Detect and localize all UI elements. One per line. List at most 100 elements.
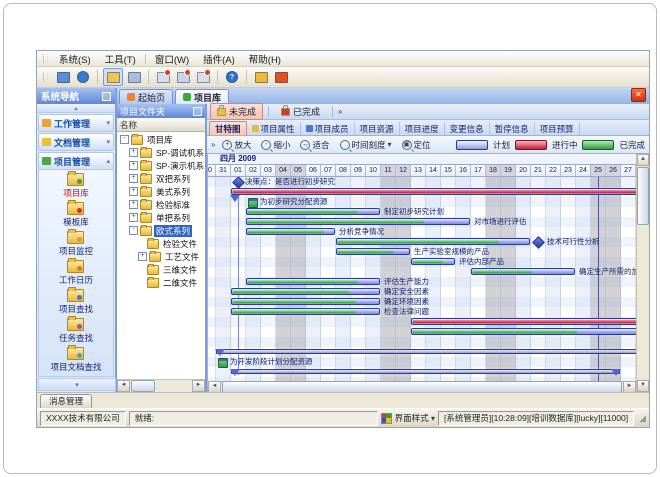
task-bar[interactable]	[246, 208, 380, 215]
sidebar-item-模板库[interactable]: 模板库	[63, 202, 89, 228]
task-bar[interactable]	[231, 188, 636, 195]
menu-h[interactable]: 帮助(H)	[242, 51, 288, 67]
expand-icon[interactable]: +	[129, 174, 138, 183]
tree-node-工艺文件[interactable]: +工艺文件	[117, 250, 205, 263]
collapse-icon[interactable]: -	[129, 226, 138, 235]
open-folder-icon[interactable]	[103, 68, 123, 86]
tab-暂停信息[interactable]: 暂停信息	[490, 122, 535, 135]
message-management-tab[interactable]: 消息管理	[40, 394, 92, 408]
exit-icon[interactable]	[272, 69, 290, 85]
overflow-chevron-icon[interactable]: »	[211, 140, 215, 149]
expand-icon[interactable]: +	[129, 213, 138, 222]
tab-起始页[interactable]: 起始页	[119, 89, 173, 104]
sidebar-item-项目库[interactable]: 项目库	[63, 173, 89, 199]
sidebar-item-项目文档查找[interactable]: 项目文档查找	[50, 347, 101, 373]
sidebar-item-任务查找[interactable]: 任务查找	[59, 318, 93, 344]
zoom-out-button[interactable]: -缩小	[258, 138, 293, 152]
expand-icon[interactable]: +	[129, 161, 138, 170]
gantt-hscrollbar[interactable]: ◄ ►	[208, 381, 636, 392]
sidebar-item-工作日历[interactable]: 工作日历	[59, 260, 93, 286]
tree-node-项目库[interactable]: -项目库	[117, 133, 205, 146]
scroll-thumb[interactable]	[637, 167, 649, 225]
task-bar[interactable]	[246, 218, 470, 225]
tab-项目成员[interactable]: 项目成员	[301, 122, 355, 135]
tree-node-美式系列[interactable]: +美式系列	[117, 185, 205, 198]
task-bar[interactable]	[411, 258, 455, 265]
resize-grip[interactable]: ◢	[639, 413, 646, 424]
pin-icon[interactable]	[193, 107, 202, 116]
summary-line-bar[interactable]	[216, 349, 636, 354]
task-bar[interactable]	[246, 228, 335, 235]
locate-button[interactable]: ▣定位	[399, 138, 434, 152]
scroll-right-icon[interactable]: ►	[192, 380, 205, 392]
tab-变更信息[interactable]: 变更信息	[445, 122, 490, 135]
tree-node-二维文件[interactable]: 二维文件	[117, 276, 205, 289]
task-bar[interactable]	[231, 308, 380, 315]
nav-section-工作管理[interactable]: 工作管理▾	[38, 114, 114, 132]
tab-项目库[interactable]: 项目库	[175, 89, 229, 104]
interface-style-button[interactable]: 界面样式 ▾	[395, 412, 435, 424]
mail-alert-icon[interactable]	[194, 69, 212, 85]
nav-section-文档管理[interactable]: 文档管理▾	[38, 133, 114, 151]
tree-node-三维文件[interactable]: 三维文件	[117, 263, 205, 276]
sidebar-more-strip[interactable]: ▾	[38, 378, 116, 391]
nav-section-项目管理[interactable]: 项目管理▴	[38, 152, 114, 170]
task-bar[interactable]	[471, 268, 575, 275]
task-bar[interactable]	[411, 318, 636, 325]
gantt-vscrollbar[interactable]: ▲ ▼	[636, 154, 649, 392]
scroll-thumb[interactable]	[222, 381, 622, 392]
tree-node-SP-演示机系[interactable]: +SP-演示机系	[117, 159, 205, 172]
tree-node-检验标准[interactable]: +检验标准	[117, 198, 205, 211]
connection-icon[interactable]	[54, 69, 72, 85]
tree-node-SP-调试机系[interactable]: +SP-调试机系	[117, 146, 205, 159]
filter-未完成[interactable]: 未完成	[210, 103, 263, 120]
tree-hscrollbar[interactable]: ◄ ►	[117, 379, 205, 392]
menu-t[interactable]: 工具(T)	[98, 51, 143, 67]
sidebar-collapse-strip[interactable]: ▴	[37, 104, 115, 113]
help-icon[interactable]: ?	[223, 69, 241, 85]
task-bar[interactable]	[336, 248, 410, 255]
window-layout-icon[interactable]	[125, 69, 143, 85]
scroll-left-icon[interactable]: ◄	[117, 380, 130, 392]
tab-项目进度[interactable]: 项目进度	[400, 122, 445, 135]
tab-项目属性[interactable]: 项目属性	[247, 122, 301, 135]
summary-line-bar[interactable]	[231, 369, 620, 374]
collapse-icon[interactable]: -	[120, 135, 129, 144]
report-alert-icon[interactable]	[154, 69, 172, 85]
tab-项目预算[interactable]: 项目预算	[535, 122, 580, 135]
menu-s[interactable]: 系统(S)	[52, 51, 98, 67]
pin-icon[interactable]	[102, 92, 111, 101]
tree-node-单把系列[interactable]: +单把系列	[117, 211, 205, 224]
task-bar[interactable]	[411, 328, 636, 335]
expand-icon[interactable]: +	[129, 148, 138, 157]
resource-marker[interactable]	[218, 358, 228, 368]
scroll-left-icon[interactable]: ◄	[208, 381, 221, 392]
time-scale-button[interactable]: 时间刻度▾	[337, 138, 395, 152]
scroll-right-icon[interactable]: ►	[623, 381, 636, 392]
zoom-in-button[interactable]: +放大	[219, 138, 254, 152]
tree-node-欧式系列[interactable]: -欧式系列	[117, 224, 205, 237]
lock-icon[interactable]	[252, 69, 270, 85]
fit-button[interactable]: ↔适合	[297, 138, 332, 152]
tree-node-双把系列[interactable]: +双把系列	[117, 172, 205, 185]
chart-alert-icon[interactable]	[174, 69, 192, 85]
overflow-chevron-icon[interactable]: »	[338, 107, 342, 116]
task-bar[interactable]	[246, 278, 380, 285]
tree-node-检验文件[interactable]: 检验文件	[117, 237, 205, 250]
scroll-thumb[interactable]	[131, 380, 155, 392]
task-bar[interactable]	[336, 238, 530, 245]
scroll-up-icon[interactable]: ▲	[637, 154, 649, 166]
task-bar[interactable]	[231, 288, 380, 295]
menu-a[interactable]: 插件(A)	[196, 51, 242, 67]
tab-甘特图[interactable]: 甘特图	[209, 121, 247, 135]
resource-marker[interactable]	[248, 198, 258, 208]
sidebar-item-项目查找[interactable]: 项目查找	[59, 289, 93, 315]
tab-项目资源[interactable]: 项目资源	[355, 122, 400, 135]
expand-icon[interactable]: +	[129, 200, 138, 209]
task-bar[interactable]	[231, 298, 380, 305]
scroll-down-icon[interactable]: ▼	[637, 380, 649, 392]
close-icon[interactable]: ✕	[631, 88, 646, 102]
expand-icon[interactable]: +	[129, 187, 138, 196]
globe-icon[interactable]	[74, 69, 92, 85]
filter-已完成[interactable]: 已完成	[274, 103, 327, 120]
